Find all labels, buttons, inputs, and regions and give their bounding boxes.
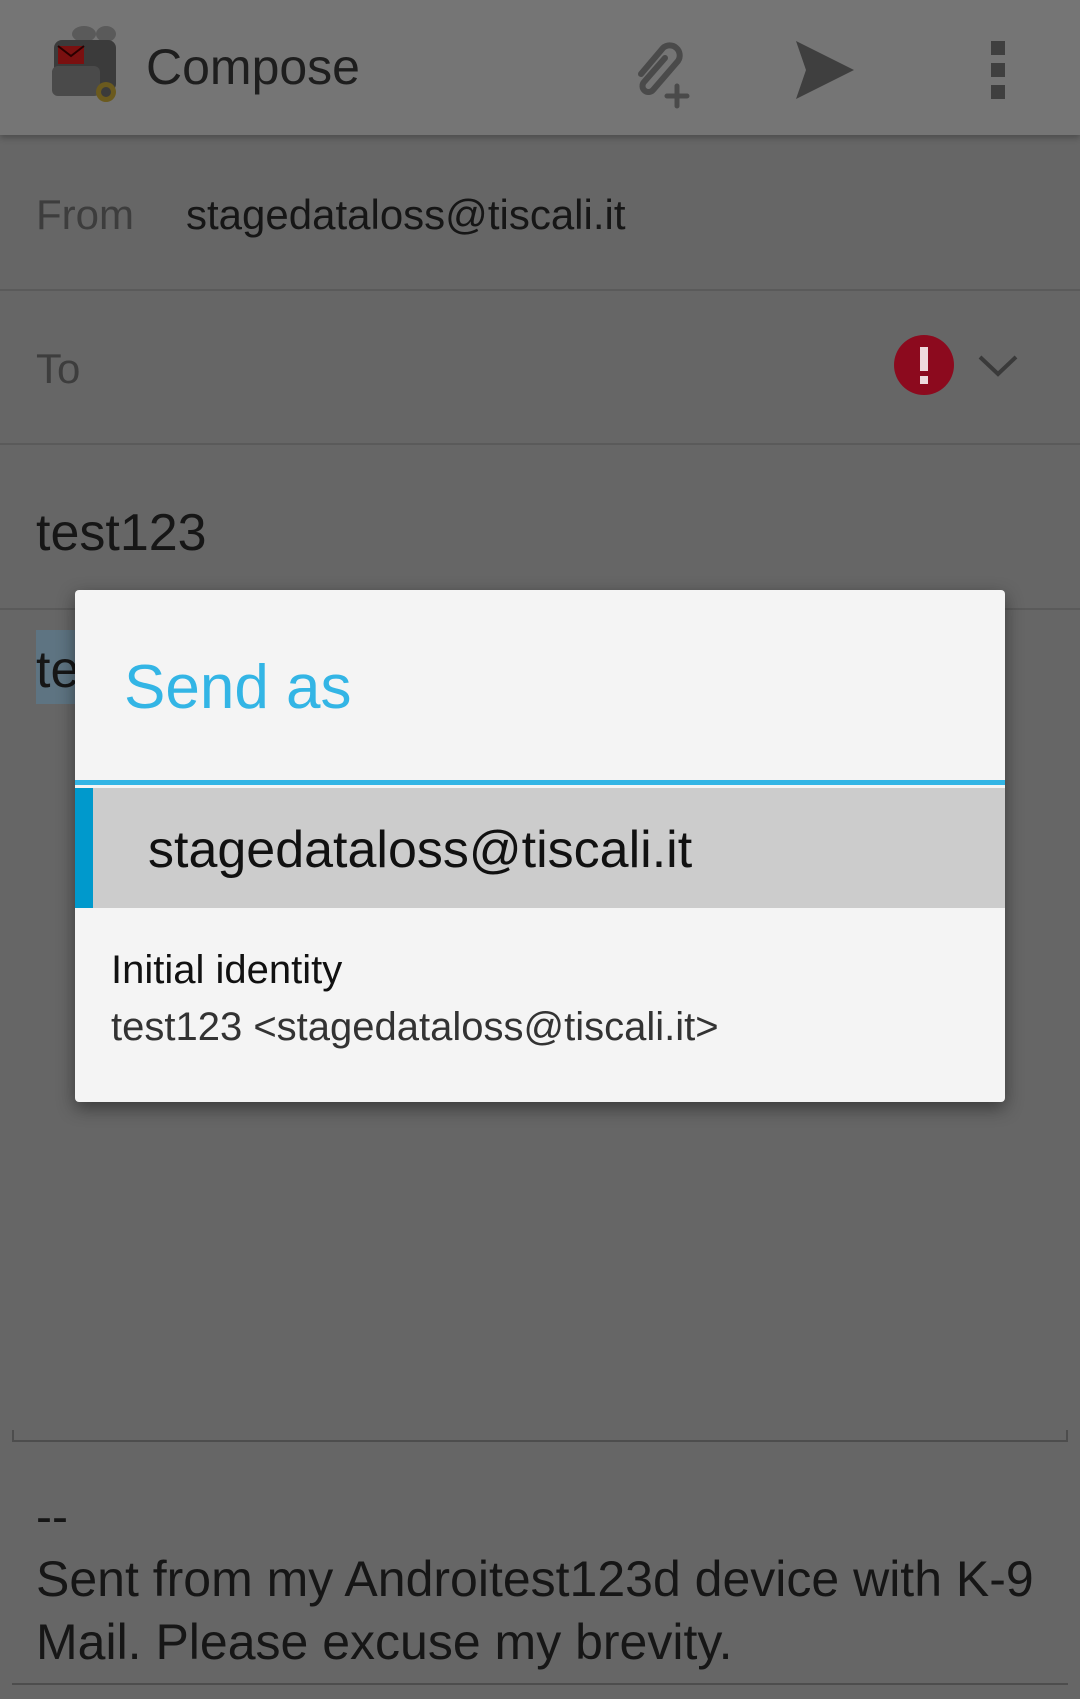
signature-text[interactable]: Sent from my Androitest123d device with … xyxy=(36,1548,1056,1674)
message-body-divider xyxy=(12,1430,1068,1442)
send-icon[interactable] xyxy=(780,25,870,115)
app-icon[interactable] xyxy=(44,22,134,112)
attach-icon[interactable] xyxy=(614,25,704,115)
send-as-dialog: Send as stagedataloss@tiscali.it Initial… xyxy=(75,590,1005,1102)
account-email: stagedataloss@tiscali.it xyxy=(148,821,693,879)
from-value: stagedataloss@tiscali.it xyxy=(186,191,626,238)
selection-marker xyxy=(75,788,93,908)
dialog-title-divider xyxy=(75,780,1005,785)
to-row[interactable]: To xyxy=(0,291,1080,445)
message-body-fragment[interactable]: te xyxy=(36,630,76,704)
identity-list-item[interactable]: Initial identity test123 <stagedataloss@… xyxy=(75,908,1005,1102)
from-label: From xyxy=(36,191,134,238)
subject-value[interactable]: test123 xyxy=(36,503,207,563)
to-label: To xyxy=(36,345,81,392)
chevron-down-icon[interactable] xyxy=(976,347,1020,383)
identity-name: Initial identity xyxy=(111,948,343,992)
overflow-menu-icon[interactable] xyxy=(952,25,1042,115)
error-icon xyxy=(894,335,954,395)
signature-divider xyxy=(12,1683,1068,1685)
identity-address: test123 <stagedataloss@tiscali.it> xyxy=(111,1005,719,1049)
subject-row[interactable]: test123 xyxy=(0,445,1080,610)
screen-title: Compose xyxy=(146,39,360,95)
signature-separator: -- xyxy=(36,1491,68,1544)
action-bar: Compose xyxy=(0,0,1080,135)
dialog-title: Send as xyxy=(124,653,352,722)
from-row[interactable]: From stagedataloss@tiscali.it xyxy=(0,135,1080,291)
account-header[interactable]: stagedataloss@tiscali.it xyxy=(75,788,1005,908)
